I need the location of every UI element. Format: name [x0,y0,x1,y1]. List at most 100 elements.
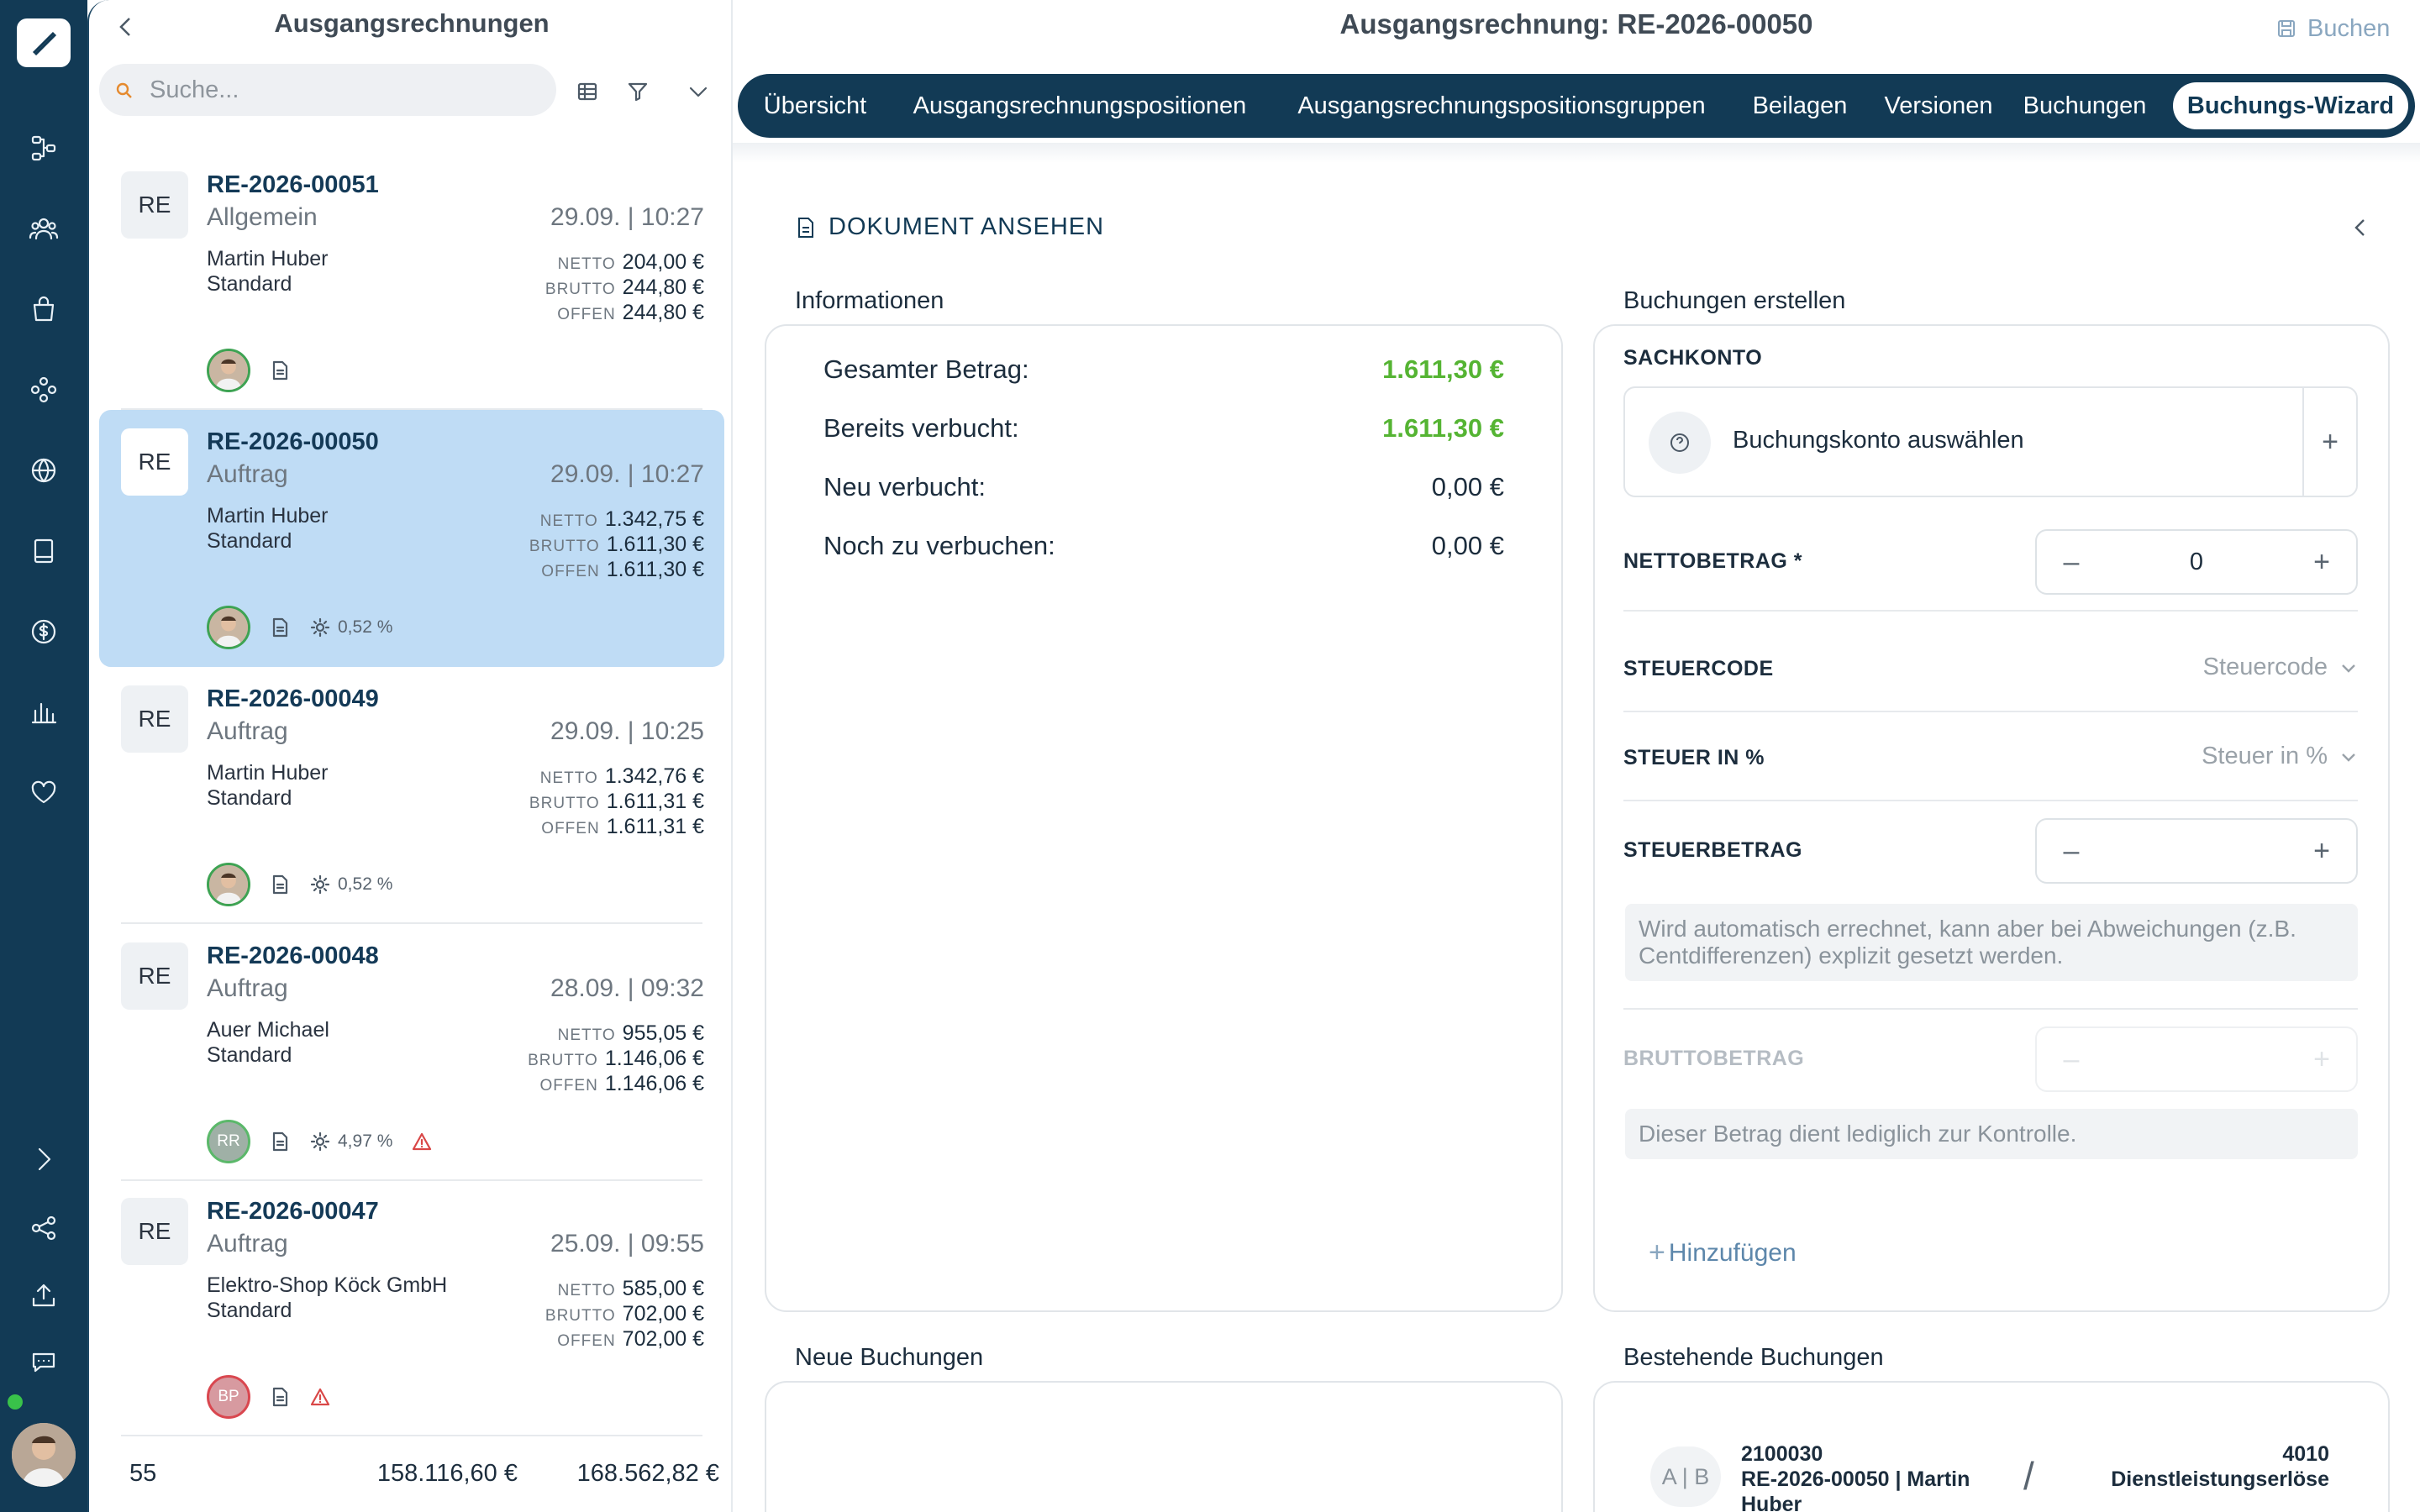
list-title: Ausgangsrechnungen [274,8,550,38]
invoice-card[interactable]: RE RE-2026-00051 Allgemein 29.09. | 10:27 Ma… [99,153,724,410]
card-footer: 0,52 % [207,605,392,650]
booking-account-text: RE-2026-00050 | Martin Huber [1741,1467,1970,1512]
invoice-date: 28.09. | 09:32 [550,974,704,1002]
amount-label: BRUTTO [544,281,616,298]
plus-icon: + [1649,1236,1665,1268]
invoice-type-badge: RE [121,428,188,496]
upload-icon[interactable] [20,1272,67,1319]
discount-indicator: 0,52 % [309,874,392,895]
chevron-down-icon[interactable] [681,74,716,109]
assignee-avatar [207,349,250,392]
decrement-button[interactable]: – [2057,835,2086,868]
online-status-dot [8,1394,23,1410]
invoice-number: RE-2026-00050 [207,428,379,455]
netto-label: NETTOBETRAG * [1623,549,1802,573]
table-view-icon[interactable] [570,74,605,109]
shopping-bag-icon[interactable] [20,286,67,333]
tab-uebersicht[interactable]: Übersicht [750,82,881,129]
steuercode-select[interactable]: Steuercode [2203,654,2358,681]
add-account-button[interactable]: + [2302,388,2356,496]
invoice-date: 29.09. | 10:27 [550,460,704,488]
card-footer: BP [207,1374,331,1420]
info-value: 1.611,30 € [1382,413,1504,443]
search-input[interactable] [150,69,536,111]
steuer-pct-select[interactable]: Steuer in % [2202,743,2358,770]
globe-icon[interactable] [20,447,67,494]
document-icon[interactable] [269,1386,291,1408]
nav-rail [0,0,87,1512]
netto-stepper: – + [2035,529,2358,595]
customer-category: Standard [207,272,292,296]
amount-value: 1.342,75 € [604,507,704,531]
chat-icon[interactable] [20,1339,67,1386]
app-logo[interactable] [17,18,71,67]
users-icon[interactable] [20,205,67,252]
tab-buchungen[interactable]: Buchungen [2015,82,2154,129]
steuerbetrag-stepper: – + [2035,818,2358,884]
increment-button: + [2313,1042,2330,1075]
share-icon[interactable] [20,1205,67,1252]
info-row-gesamt: Gesamter Betrag: 1.611,30 € [823,354,1504,385]
steuerbetrag-input[interactable] [2112,837,2281,865]
info-heading: Informationen [795,287,944,314]
add-label: Hinzufügen [1668,1238,1797,1267]
booking-account[interactable]: 2100030 RE-2026-00050 | Martin Huber [1741,1441,2010,1512]
customer-category: Standard [207,1299,292,1322]
steuer-pct-label: STEUER IN % [1623,746,1765,769]
tab-ausgangsrechnungspositionsgruppen[interactable]: Ausgangsrechnungspositionsgruppen [1279,82,1724,129]
amount-label: NETTO [539,769,598,787]
counter-account-text: Dienstleistungserlöse [2111,1467,2329,1491]
buchen-button[interactable]: Buchen [2275,12,2390,45]
sum-brutto: 168.562,82 € [576,1460,719,1487]
amount-value: 1.146,06 € [604,1047,704,1070]
tab-ausgangsrechnungspositionen[interactable]: Ausgangsrechnungspositionen [892,82,1267,129]
document-icon[interactable] [269,874,291,895]
offen-amount: OFFEN 702,00 € [557,1327,704,1351]
amount-label: OFFEN [541,820,600,837]
customer-name: Auer Michael [207,1018,329,1042]
discount-indicator: 4,97 % [309,1131,392,1152]
amount-value: 204,00 € [622,250,704,274]
collapse-chevron-icon[interactable] [2346,213,2375,242]
increment-button[interactable]: + [2307,546,2336,579]
expand-chevron-icon[interactable] [20,1136,67,1183]
increment-button[interactable]: + [2307,835,2336,868]
decrement-button[interactable]: – [2057,546,2086,579]
tab-buchungs-wizard[interactable]: Buchungs-Wizard [2173,82,2408,129]
gear-icon [309,1131,331,1152]
card-footer: 0,52 % [207,862,392,907]
modules-icon[interactable] [20,366,67,413]
invoice-card[interactable]: RE RE-2026-00049 Auftrag 29.09. | 10:25 Mart… [99,667,724,924]
filter-icon[interactable] [620,74,655,109]
invoice-card[interactable]: RE RE-2026-00048 Auftrag 28.09. | 09:32 Auer… [99,924,724,1181]
card-footer [207,348,291,393]
brutto-hint: Dieser Betrag dient lediglich zur Kontro… [1625,1109,2358,1159]
invoice-card[interactable]: RE RE-2026-00050 Auftrag 29.09. | 10:27 Mart… [99,410,724,667]
book-icon[interactable] [20,528,67,575]
tab-beilagen[interactable]: Beilagen [1738,82,1862,129]
brutto-amount: BRUTTO 244,80 € [545,276,704,299]
user-avatar[interactable] [12,1423,76,1487]
brutto-amount: BRUTTO 702,00 € [545,1302,704,1326]
steuer-pct-placeholder: Steuer in % [2202,743,2328,769]
document-icon[interactable] [269,1131,291,1152]
add-booking-button[interactable]: + Hinzufügen [1649,1236,1797,1269]
assignee-avatar: BP [207,1375,250,1419]
dollar-icon[interactable] [20,608,67,655]
tab-bar-shadow [733,143,2420,163]
warning-icon [411,1131,433,1152]
document-icon[interactable] [269,360,291,381]
view-document-link[interactable]: DOKUMENT ANSEHEN [797,213,1104,241]
tab-versionen[interactable]: Versionen [1874,82,2003,129]
booking-counter-account: 4010 Dienstleistungserlöse [2075,1441,2329,1492]
heart-icon[interactable] [20,769,67,816]
invoice-card[interactable]: RE RE-2026-00047 Auftrag 25.09. | 09:55 Elek… [99,1179,724,1436]
customer-name: Martin Huber [207,761,329,785]
netto-input[interactable] [2112,548,2281,576]
workflow-icon[interactable] [20,124,67,171]
bar-chart-icon[interactable] [20,689,67,736]
document-icon[interactable] [269,617,291,638]
brutto-amount: BRUTTO 1.611,31 € [529,790,704,813]
existing-bookings-heading: Bestehende Buchungen [1623,1344,1884,1371]
amount-value: 244,80 € [622,276,704,299]
